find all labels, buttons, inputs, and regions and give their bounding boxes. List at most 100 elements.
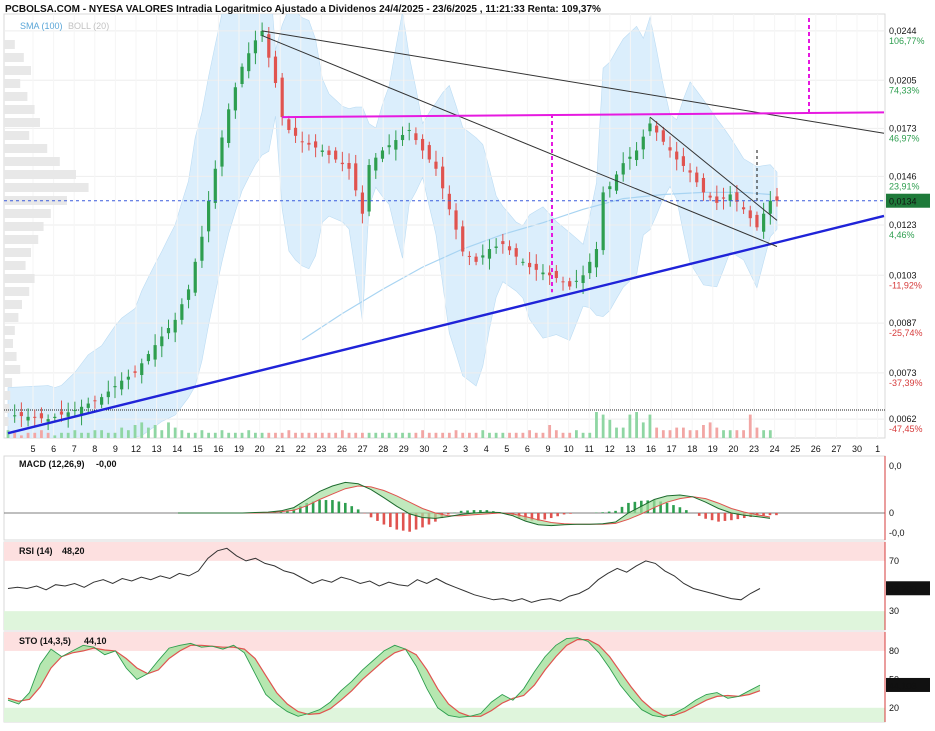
candle-body: [474, 257, 477, 262]
volume-bar: [127, 430, 130, 438]
candle-body: [374, 158, 377, 171]
candle-body: [662, 130, 665, 141]
volume-bar: [201, 430, 204, 438]
macd-histogram-bar: [679, 507, 682, 513]
volume-bar: [595, 412, 598, 438]
candle-body: [575, 281, 578, 282]
date-tick-label: 15: [193, 444, 203, 454]
volume-bar: [475, 433, 478, 438]
volume-bar: [20, 435, 23, 438]
volume-bar: [388, 433, 391, 438]
volume-bar: [709, 422, 712, 438]
date-tick-label: 23: [316, 444, 326, 454]
macd-histogram-bar: [543, 513, 546, 519]
candle-body: [314, 141, 317, 147]
volume-profile-bar: [4, 222, 44, 231]
date-tick-label: 17: [667, 444, 677, 454]
macd-histogram-bar: [621, 507, 624, 513]
volume-bar: [67, 433, 70, 438]
volume-bar: [134, 425, 137, 438]
volume-profile-bar: [4, 157, 60, 166]
date-tick-label: 13: [152, 444, 162, 454]
volume-bar: [13, 433, 16, 438]
volume-bar: [635, 412, 638, 438]
volume-bar: [294, 433, 297, 438]
candle-body: [321, 150, 324, 151]
macd-histogram-bar: [775, 513, 778, 515]
price-pct-label: 23,91%: [889, 181, 920, 191]
volume-bar: [114, 433, 117, 438]
date-tick-label: 25: [790, 444, 800, 454]
volume-bar: [94, 430, 97, 438]
date-tick-label: 27: [358, 444, 368, 454]
macd-histogram-bar: [769, 513, 772, 515]
candle-body: [281, 78, 284, 117]
candle-body: [762, 214, 765, 232]
volume-bar: [214, 433, 217, 438]
macd-value: -0,00: [96, 459, 117, 469]
rsi-value: 48,20: [62, 546, 85, 556]
candle-body: [535, 264, 538, 270]
candle-body: [347, 163, 350, 169]
candle-body: [501, 241, 504, 244]
date-tick-label: 6: [51, 444, 56, 454]
volume-bar: [749, 415, 752, 438]
volume-bar: [47, 433, 50, 438]
volume-profile-bar: [4, 326, 15, 335]
macd-histogram-bar: [331, 500, 334, 513]
candle-body: [234, 87, 237, 110]
volume-bar: [582, 433, 585, 438]
date-tick-label: 29: [399, 444, 409, 454]
volume-bar: [281, 433, 284, 438]
candle-body: [33, 417, 36, 418]
candle-body: [40, 413, 43, 418]
volume-bar: [522, 433, 525, 438]
date-tick-label: 8: [92, 444, 97, 454]
volume-bar: [441, 433, 444, 438]
volume-bar: [301, 433, 304, 438]
candle-body: [147, 354, 150, 361]
candle-body: [729, 194, 732, 200]
macd-histogram-bar: [762, 513, 765, 516]
price-tick-label: 0,0123: [889, 220, 917, 230]
volume-bar: [174, 428, 177, 438]
volume-profile-bar: [4, 391, 10, 400]
rsi-tick-label: 30: [889, 606, 899, 616]
volume-bar: [187, 433, 190, 438]
candle-body: [227, 109, 230, 143]
sto-value: 44,10: [84, 636, 107, 646]
candle-body: [628, 157, 631, 159]
date-tick-label: 24: [770, 444, 780, 454]
candle-body: [254, 40, 257, 53]
volume-bar: [241, 433, 244, 438]
volume-bar: [435, 433, 438, 438]
volume-profile-bar: [4, 79, 20, 88]
macd-histogram-bar: [402, 513, 405, 531]
macd-histogram-bar: [447, 513, 450, 514]
macd-histogram-bar: [318, 500, 321, 513]
volume-bar: [689, 430, 692, 438]
volume-bar: [695, 430, 698, 438]
candle-body: [100, 397, 103, 405]
rsi-title: RSI (14): [19, 546, 53, 556]
volume-bar: [428, 433, 431, 438]
macd-histogram-bar: [376, 513, 379, 521]
candle-body: [60, 411, 63, 414]
candle-body: [107, 392, 110, 398]
volume-profile-bar: [4, 339, 13, 348]
volume-bar: [33, 433, 36, 438]
date-tick-label: 26: [337, 444, 347, 454]
volume-bar: [568, 433, 571, 438]
date-tick-label: 27: [831, 444, 841, 454]
candle-body: [47, 419, 50, 422]
macd-histogram-bar: [724, 513, 727, 521]
volume-bar: [354, 433, 357, 438]
volume-bar: [361, 433, 364, 438]
volume-bar: [227, 433, 230, 438]
candle-body: [421, 139, 424, 151]
candle-body: [414, 133, 417, 140]
macd-histogram-bar: [466, 510, 469, 513]
volume-profile-bar: [4, 274, 35, 283]
price-tick-label: 0,0073: [889, 368, 917, 378]
candle-body: [615, 174, 618, 190]
